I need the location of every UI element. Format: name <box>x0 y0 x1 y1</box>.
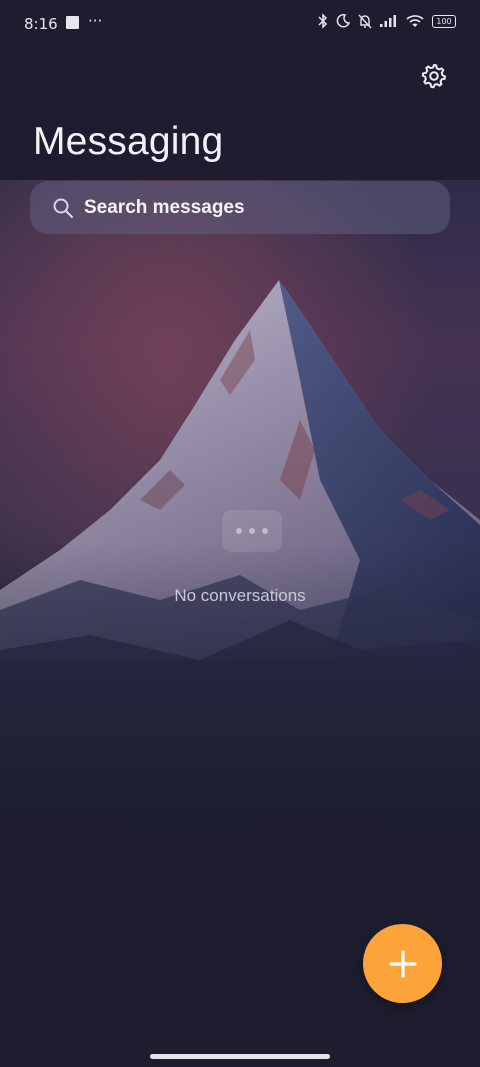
search-input[interactable]: Search messages <box>30 181 450 234</box>
silent-bell-icon <box>358 14 372 28</box>
status-icons: 100 <box>318 13 456 29</box>
search-icon <box>53 198 73 218</box>
status-bar: 8:16 ··· 100 <box>0 0 480 48</box>
status-time: 8:16 <box>24 15 58 33</box>
chat-dots-icon <box>222 510 282 552</box>
do-not-disturb-moon-icon <box>336 14 350 28</box>
plus-icon <box>388 949 417 978</box>
empty-state-text: No conversations <box>174 586 306 605</box>
settings-button[interactable] <box>418 60 450 92</box>
new-conversation-button[interactable] <box>363 924 442 1003</box>
bluetooth-icon <box>318 13 328 29</box>
wifi-icon <box>406 15 424 27</box>
more-notifications-indicator: ··· <box>88 12 103 30</box>
battery-icon: 100 <box>432 14 456 28</box>
page-title: Messaging <box>33 120 224 163</box>
signal-icon <box>380 15 396 27</box>
gear-icon <box>421 63 447 89</box>
home-indicator[interactable] <box>150 1054 330 1059</box>
notification-app-icon <box>66 16 79 29</box>
search-placeholder: Search messages <box>84 196 245 218</box>
